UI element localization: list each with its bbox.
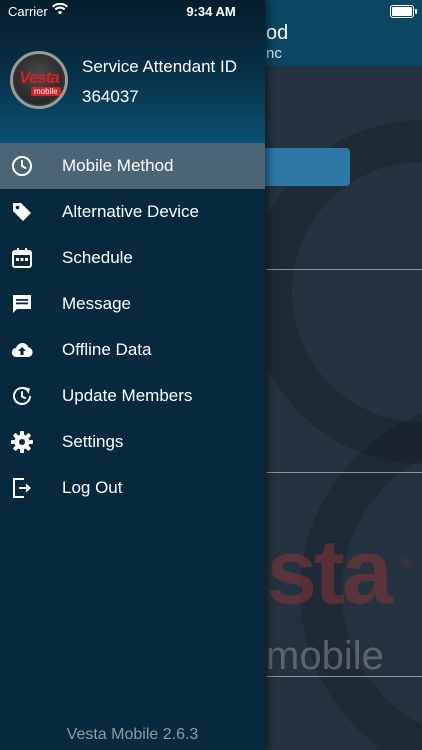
refresh-clock-icon	[10, 384, 34, 408]
menu-item-label: Offline Data	[62, 340, 152, 359]
menu-item-label: Schedule	[62, 248, 133, 267]
message-icon	[10, 292, 34, 316]
logout-icon	[10, 476, 34, 500]
menu-item-alternative-device[interactable]: Alternative Device	[0, 189, 265, 235]
attendant-id: 364037	[82, 87, 139, 106]
menu-item-offline-data[interactable]: Offline Data	[0, 327, 265, 373]
cloud-upload-icon	[10, 338, 34, 362]
menu-item-message[interactable]: Message	[0, 281, 265, 327]
menu-item-label: Update Members	[62, 386, 193, 405]
gear-icon	[10, 430, 34, 454]
background-logo-text: sta	[266, 521, 393, 623]
avatar-brand: Vesta	[19, 68, 60, 87]
status-time: 9:34 AM	[186, 4, 236, 19]
menu-item-update-members[interactable]: Update Members	[0, 373, 265, 419]
battery-icon	[390, 5, 417, 18]
menu-item-mobile-method[interactable]: Mobile Method	[0, 143, 265, 189]
avatar-tag: mobile	[31, 87, 61, 96]
menu-item-log-out[interactable]: Log Out	[0, 465, 265, 511]
menu-item-schedule[interactable]: Schedule	[0, 235, 265, 281]
background-title: od	[266, 22, 289, 44]
background-subtitle: nc	[266, 45, 282, 62]
divider	[266, 472, 422, 473]
clock-icon	[10, 154, 34, 178]
divider	[266, 269, 422, 270]
menu-item-label: Alternative Device	[62, 202, 200, 221]
calendar-icon	[10, 246, 34, 270]
menu-item-label: Mobile Method	[62, 156, 174, 175]
menu-item-settings[interactable]: Settings	[0, 419, 265, 465]
status-bar: Carrier 9:34 AM	[0, 0, 422, 22]
avatar: Vesta mobile	[10, 51, 68, 109]
background-logo-mark: ®	[402, 556, 411, 570]
menu-item-label: Message	[62, 294, 131, 313]
app-version: Vesta Mobile 2.6.3	[66, 726, 199, 743]
background-logo-subtext: mobile	[266, 634, 384, 678]
navigation-drawer: Vesta mobile Service Attendant ID 364037…	[0, 0, 265, 750]
menu-item-label: Settings	[62, 432, 124, 451]
drawer-menu: Mobile Method Alternative Device Schedul…	[0, 143, 265, 511]
tag-icon	[10, 200, 34, 224]
menu-item-label: Log Out	[62, 478, 123, 497]
attendant-label: Service Attendant ID	[82, 57, 237, 76]
